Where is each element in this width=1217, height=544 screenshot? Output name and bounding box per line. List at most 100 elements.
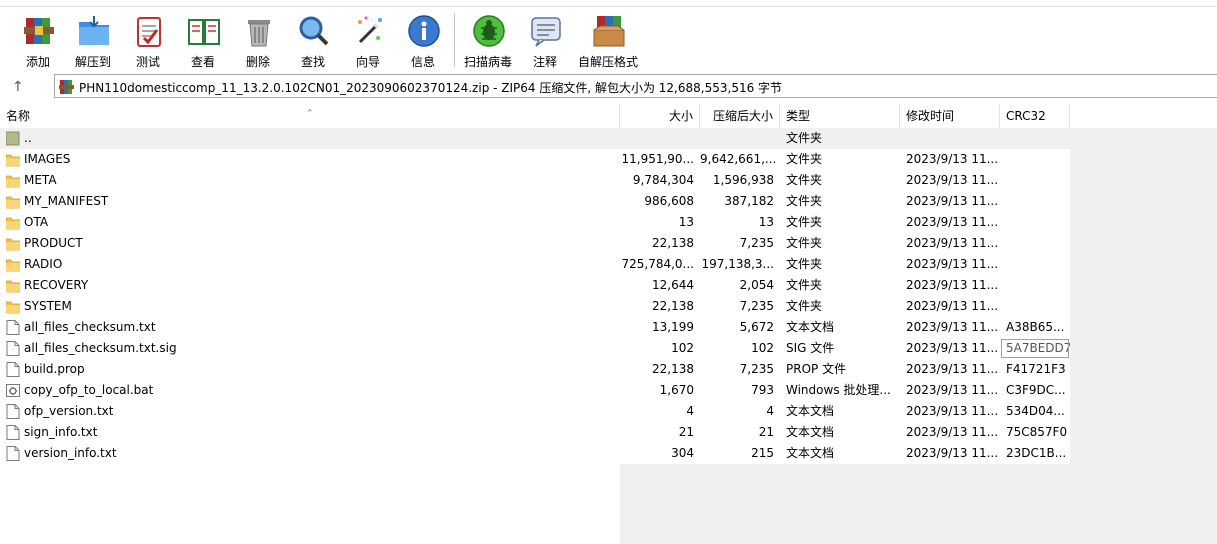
sfx-icon: [593, 16, 625, 47]
document-icon: [6, 341, 20, 356]
file-size: 304: [620, 443, 700, 464]
table-row[interactable]: all_files_checksum.txt 13,199 5,672 文本文档 202…: [0, 317, 1070, 338]
table-row[interactable]: PRODUCT 22,138 7,235 文件夹 2023/9/13 11...: [0, 233, 1070, 254]
find-icon: [299, 16, 329, 46]
menu-bar[interactable]: [0, 0, 1217, 7]
extract-to-icon: [79, 16, 109, 45]
table-row[interactable]: .. 文件夹: [0, 128, 1070, 149]
file-type: 文件夹: [780, 191, 900, 212]
file-name: ofp_version.txt: [24, 401, 620, 422]
find-button[interactable]: 查找: [285, 11, 341, 69]
wizard-button[interactable]: 向导: [340, 11, 396, 69]
extract-to-button[interactable]: 解压到: [65, 11, 121, 69]
column-packed-size[interactable]: 压缩后大小: [700, 104, 780, 128]
delete-button[interactable]: 删除: [230, 11, 286, 69]
column-type[interactable]: 类型: [780, 104, 900, 128]
file-size: 9,784,304: [620, 170, 700, 191]
file-crc32: [1000, 128, 1070, 149]
add-archive-icon: [24, 18, 54, 44]
table-row[interactable]: build.prop 22,138 7,235 PROP 文件 2023/9/13 11…: [0, 359, 1070, 380]
row-icon-cell: [0, 128, 24, 149]
info-button[interactable]: 信息: [395, 11, 451, 69]
file-crc32: [1000, 170, 1070, 191]
sfx-label: 自解压格式: [577, 55, 638, 69]
file-size: 13,199: [620, 317, 700, 338]
file-crc32: F41721F3: [1000, 359, 1070, 380]
table-row[interactable]: ofp_version.txt 4 4 文本文档 2023/9/13 11... 534D…: [0, 401, 1070, 422]
file-crc32: [1000, 233, 1070, 254]
file-modified: 2023/9/13 11...: [900, 233, 1000, 254]
folder-icon: [6, 259, 20, 272]
column-crc32[interactable]: CRC32: [1000, 104, 1070, 128]
document-icon: [6, 320, 20, 335]
file-modified: 2023/9/13 11...: [900, 191, 1000, 212]
file-size: 986,608: [620, 191, 700, 212]
view-button[interactable]: 查看: [175, 11, 231, 69]
row-icon-cell: [0, 443, 24, 464]
row-icon-cell: [0, 233, 24, 254]
file-type: 文件夹: [780, 275, 900, 296]
column-name[interactable]: 名称 ⌃: [0, 104, 620, 128]
file-name: version_info.txt: [24, 443, 620, 464]
column-modified[interactable]: 修改时间: [900, 104, 1000, 128]
file-name: MY_MANIFEST: [24, 191, 620, 212]
table-row[interactable]: copy_ofp_to_local.bat 1,670 793 Windows 批处理…: [0, 380, 1070, 401]
row-icon-cell: [0, 254, 24, 275]
file-packed-size: 21: [700, 422, 780, 443]
file-crc32: 23DC1B...: [1000, 443, 1070, 464]
file-crc32: A38B65...: [1000, 317, 1070, 338]
table-row[interactable]: all_files_checksum.txt.sig 102 102 SIG 文件 20…: [0, 338, 1070, 359]
file-type: 文本文档: [780, 317, 900, 338]
file-name: META: [24, 170, 620, 191]
file-type: 文件夹: [780, 254, 900, 275]
file-modified: 2023/9/13 11...: [900, 338, 1000, 359]
file-packed-size: 2,054: [700, 275, 780, 296]
file-modified: 2023/9/13 11...: [900, 359, 1000, 380]
row-icon-cell: [0, 275, 24, 296]
info-label: 信息: [410, 55, 435, 69]
file-size: 11,951,90...: [620, 149, 700, 170]
table-row[interactable]: SYSTEM 22,138 7,235 文件夹 2023/9/13 11...: [0, 296, 1070, 317]
add-button[interactable]: 添加: [10, 11, 66, 69]
file-size: 4: [620, 401, 700, 422]
sort-caret-icon: ⌃: [306, 109, 314, 119]
file-modified: 2023/9/13 11...: [900, 443, 1000, 464]
file-packed-size: 4: [700, 401, 780, 422]
file-size: 12,644: [620, 275, 700, 296]
file-crc32: 5A7BEDD7: [1000, 338, 1070, 359]
file-modified: 2023/9/13 11...: [900, 422, 1000, 443]
file-name: all_files_checksum.txt.sig: [24, 338, 620, 359]
file-name: IMAGES: [24, 149, 620, 170]
table-row[interactable]: RADIO 725,784,0... 197,138,3... 文件夹 2023/9/1…: [0, 254, 1070, 275]
table-row[interactable]: MY_MANIFEST 986,608 387,182 文件夹 2023/9/13 11…: [0, 191, 1070, 212]
table-row[interactable]: IMAGES 11,951,90... 9,642,661,... 文件夹 2023/9…: [0, 149, 1070, 170]
up-arrow-icon[interactable]: ↑: [12, 78, 30, 96]
column-name-label: 名称: [6, 109, 31, 123]
parent-folder-icon: [6, 131, 20, 146]
view-icon: [188, 19, 220, 45]
zip-archive-icon: [59, 80, 74, 94]
table-row[interactable]: version_info.txt 304 215 文本文档 2023/9/13 11..…: [0, 443, 1070, 464]
file-name: all_files_checksum.txt: [24, 317, 620, 338]
virus-scan-button[interactable]: 扫描病毒: [460, 11, 516, 69]
file-name: PRODUCT: [24, 233, 620, 254]
file-crc32: [1000, 212, 1070, 233]
file-name: ..: [24, 128, 620, 149]
table-row[interactable]: OTA 13 13 文件夹 2023/9/13 11...: [0, 212, 1070, 233]
sfx-button[interactable]: 自解压格式: [578, 11, 638, 69]
table-row[interactable]: sign_info.txt 21 21 文本文档 2023/9/13 11... 75C8…: [0, 422, 1070, 443]
comment-button[interactable]: 注释: [517, 11, 573, 69]
batch-file-icon: [6, 384, 20, 397]
file-crc32: [1000, 296, 1070, 317]
file-type: 文本文档: [780, 443, 900, 464]
info-icon: [408, 15, 440, 47]
file-packed-size: 7,235: [700, 296, 780, 317]
path-field[interactable]: PHN110domesticcomp_11_13.2.0.102CN01_202…: [54, 74, 1217, 98]
test-button[interactable]: 测试: [120, 11, 176, 69]
row-icon-cell: [0, 170, 24, 191]
table-row[interactable]: RECOVERY 12,644 2,054 文件夹 2023/9/13 11...: [0, 275, 1070, 296]
file-name: sign_info.txt: [24, 422, 620, 443]
row-icon-cell: [0, 422, 24, 443]
column-size[interactable]: 大小: [620, 104, 700, 128]
table-row[interactable]: META 9,784,304 1,596,938 文件夹 2023/9/13 11...: [0, 170, 1070, 191]
